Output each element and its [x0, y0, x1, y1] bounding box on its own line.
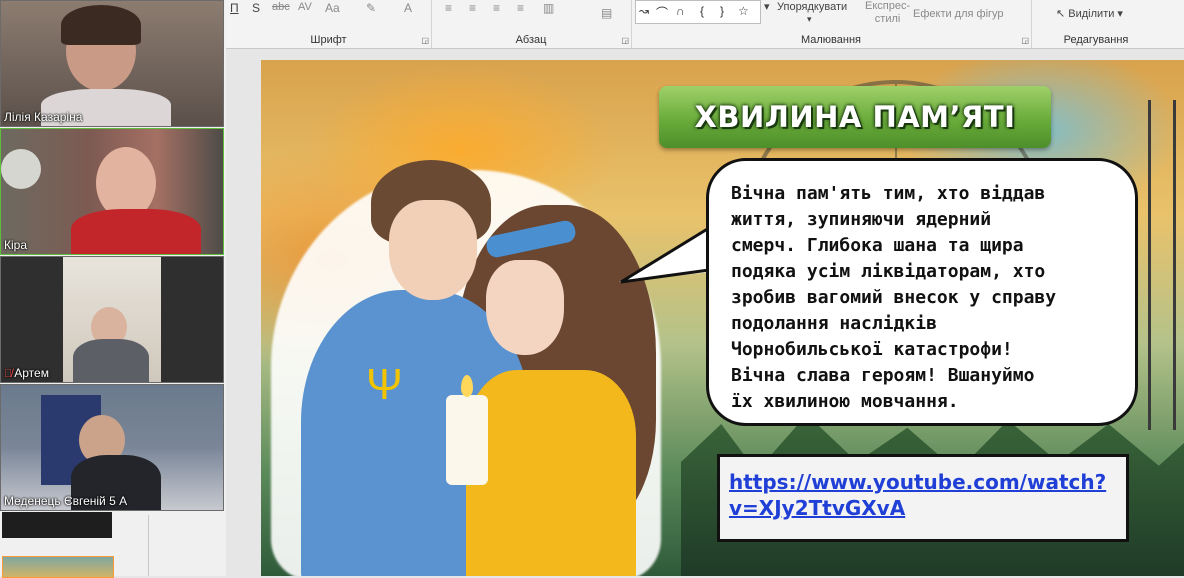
- font-color-button[interactable]: A: [404, 1, 412, 15]
- shape-effects-button[interactable]: Ефекти для фігур: [913, 8, 1004, 20]
- participant-tile[interactable]: 🎙̸ Артем: [0, 256, 224, 383]
- candle-icon: [446, 395, 488, 485]
- font-group: П S abc AV Aa ✎ A Шрифт ◲: [226, 0, 432, 48]
- shoulders: [73, 339, 149, 382]
- boy-face: [389, 200, 477, 300]
- participant-tile[interactable]: Меденець Євгеній 5 А: [0, 384, 224, 511]
- youtube-link[interactable]: https://www.youtube.com/watch? v=XJy2Ttv…: [729, 469, 1119, 521]
- select-label: Виділити: [1068, 8, 1115, 20]
- select-button[interactable]: ↖ Виділити ▾: [1056, 7, 1123, 20]
- participant-name: Меденець Євгеній 5 А: [4, 494, 128, 508]
- mic-muted-icon: 🎙̸: [4, 368, 13, 380]
- select-cursor-icon: ↖: [1056, 8, 1069, 20]
- editing-group: ↖ Виділити ▾ Редагування: [1046, 0, 1146, 48]
- slide-canvas[interactable]: Ψ ХВИЛИНА ПАМ’ЯТІ Вічна пам'ять тим, хто…: [261, 60, 1184, 576]
- ribbon: П S abc AV Aa ✎ A Шрифт ◲ ≡ ≡ ≡ ≡ ▥ ▤ Аб…: [226, 0, 1184, 49]
- couple-illustration: Ψ: [261, 150, 681, 576]
- char-spacing-button[interactable]: AV: [298, 1, 312, 13]
- participant-name-row: 🎙̸ Артем: [4, 366, 49, 380]
- participant-name: Артем: [14, 366, 49, 380]
- editing-group-label: Редагування: [1063, 34, 1129, 46]
- pane-divider[interactable]: [148, 515, 149, 576]
- shoulders: [71, 209, 201, 254]
- hair: [61, 5, 141, 45]
- slide-title: ХВИЛИНА ПАМ’ЯТІ: [694, 100, 1016, 134]
- video-strip: Лілія Казаріна Кіра 🎙̸ Артем Меденець Євг…: [0, 0, 226, 578]
- lamp: [1, 149, 41, 189]
- slide-thumbnail[interactable]: [2, 512, 112, 538]
- arrange-button[interactable]: Упорядкувати: [777, 1, 847, 13]
- girl-face: [486, 260, 564, 355]
- align-left-icon[interactable]: ≡: [445, 1, 452, 15]
- paragraph-group: ≡ ≡ ≡ ≡ ▥ ▤ Абзац ◲: [431, 0, 632, 48]
- justify-icon[interactable]: ≡: [517, 1, 524, 15]
- paragraph-group-label: Абзац: [515, 34, 547, 46]
- girl-sweater: [466, 370, 636, 576]
- drawing-group-label: Малювання: [800, 34, 862, 46]
- dialog-launcher-icon[interactable]: ◲: [621, 36, 629, 45]
- participant-tile[interactable]: Лілія Казаріна: [0, 0, 224, 127]
- link-box[interactable]: https://www.youtube.com/watch? v=XJy2Ttv…: [717, 454, 1129, 542]
- shadow-button[interactable]: S: [252, 1, 260, 15]
- participant-name: Лілія Казаріна: [4, 110, 83, 124]
- title-banner[interactable]: ХВИЛИНА ПАМ’ЯТІ: [659, 86, 1051, 148]
- dialog-launcher-icon[interactable]: ◲: [421, 36, 429, 45]
- dialog-launcher-icon[interactable]: ◲: [1021, 36, 1029, 45]
- quick-styles-button[interactable]: Експрес- стилі: [865, 0, 910, 26]
- tower-graphic: [1148, 100, 1176, 430]
- trident-icon: Ψ: [366, 360, 403, 409]
- drawing-group: ▾ Упорядкувати ▾ Експрес- стилі Ефекти д…: [631, 0, 1032, 48]
- font-group-label: Шрифт: [310, 34, 347, 46]
- flame-icon: [461, 375, 473, 397]
- columns-icon[interactable]: ▥: [543, 1, 554, 15]
- arrange-dropdown-icon[interactable]: ▾: [807, 14, 812, 25]
- align-center-icon[interactable]: ≡: [469, 1, 476, 15]
- participant-tile[interactable]: Кіра: [0, 128, 224, 255]
- speech-bubble-tail: [619, 226, 711, 284]
- change-case-button[interactable]: Aa: [325, 1, 340, 15]
- underline-button[interactable]: П: [230, 1, 239, 15]
- slide-thumbnail-active[interactable]: [2, 556, 114, 578]
- text-direction-icon[interactable]: ▤: [601, 6, 612, 20]
- gallery-scroll-icon[interactable]: ▾: [764, 0, 770, 13]
- highlight-icon[interactable]: ✎: [366, 1, 376, 15]
- align-right-icon[interactable]: ≡: [493, 1, 500, 15]
- speech-bubble[interactable]: Вічна пам'ять тим, хто віддав життя, зуп…: [706, 158, 1138, 426]
- participant-name: Кіра: [4, 238, 28, 252]
- bubble-text: Вічна пам'ять тим, хто віддав життя, зуп…: [731, 183, 1057, 412]
- strike-button[interactable]: abc: [272, 1, 290, 13]
